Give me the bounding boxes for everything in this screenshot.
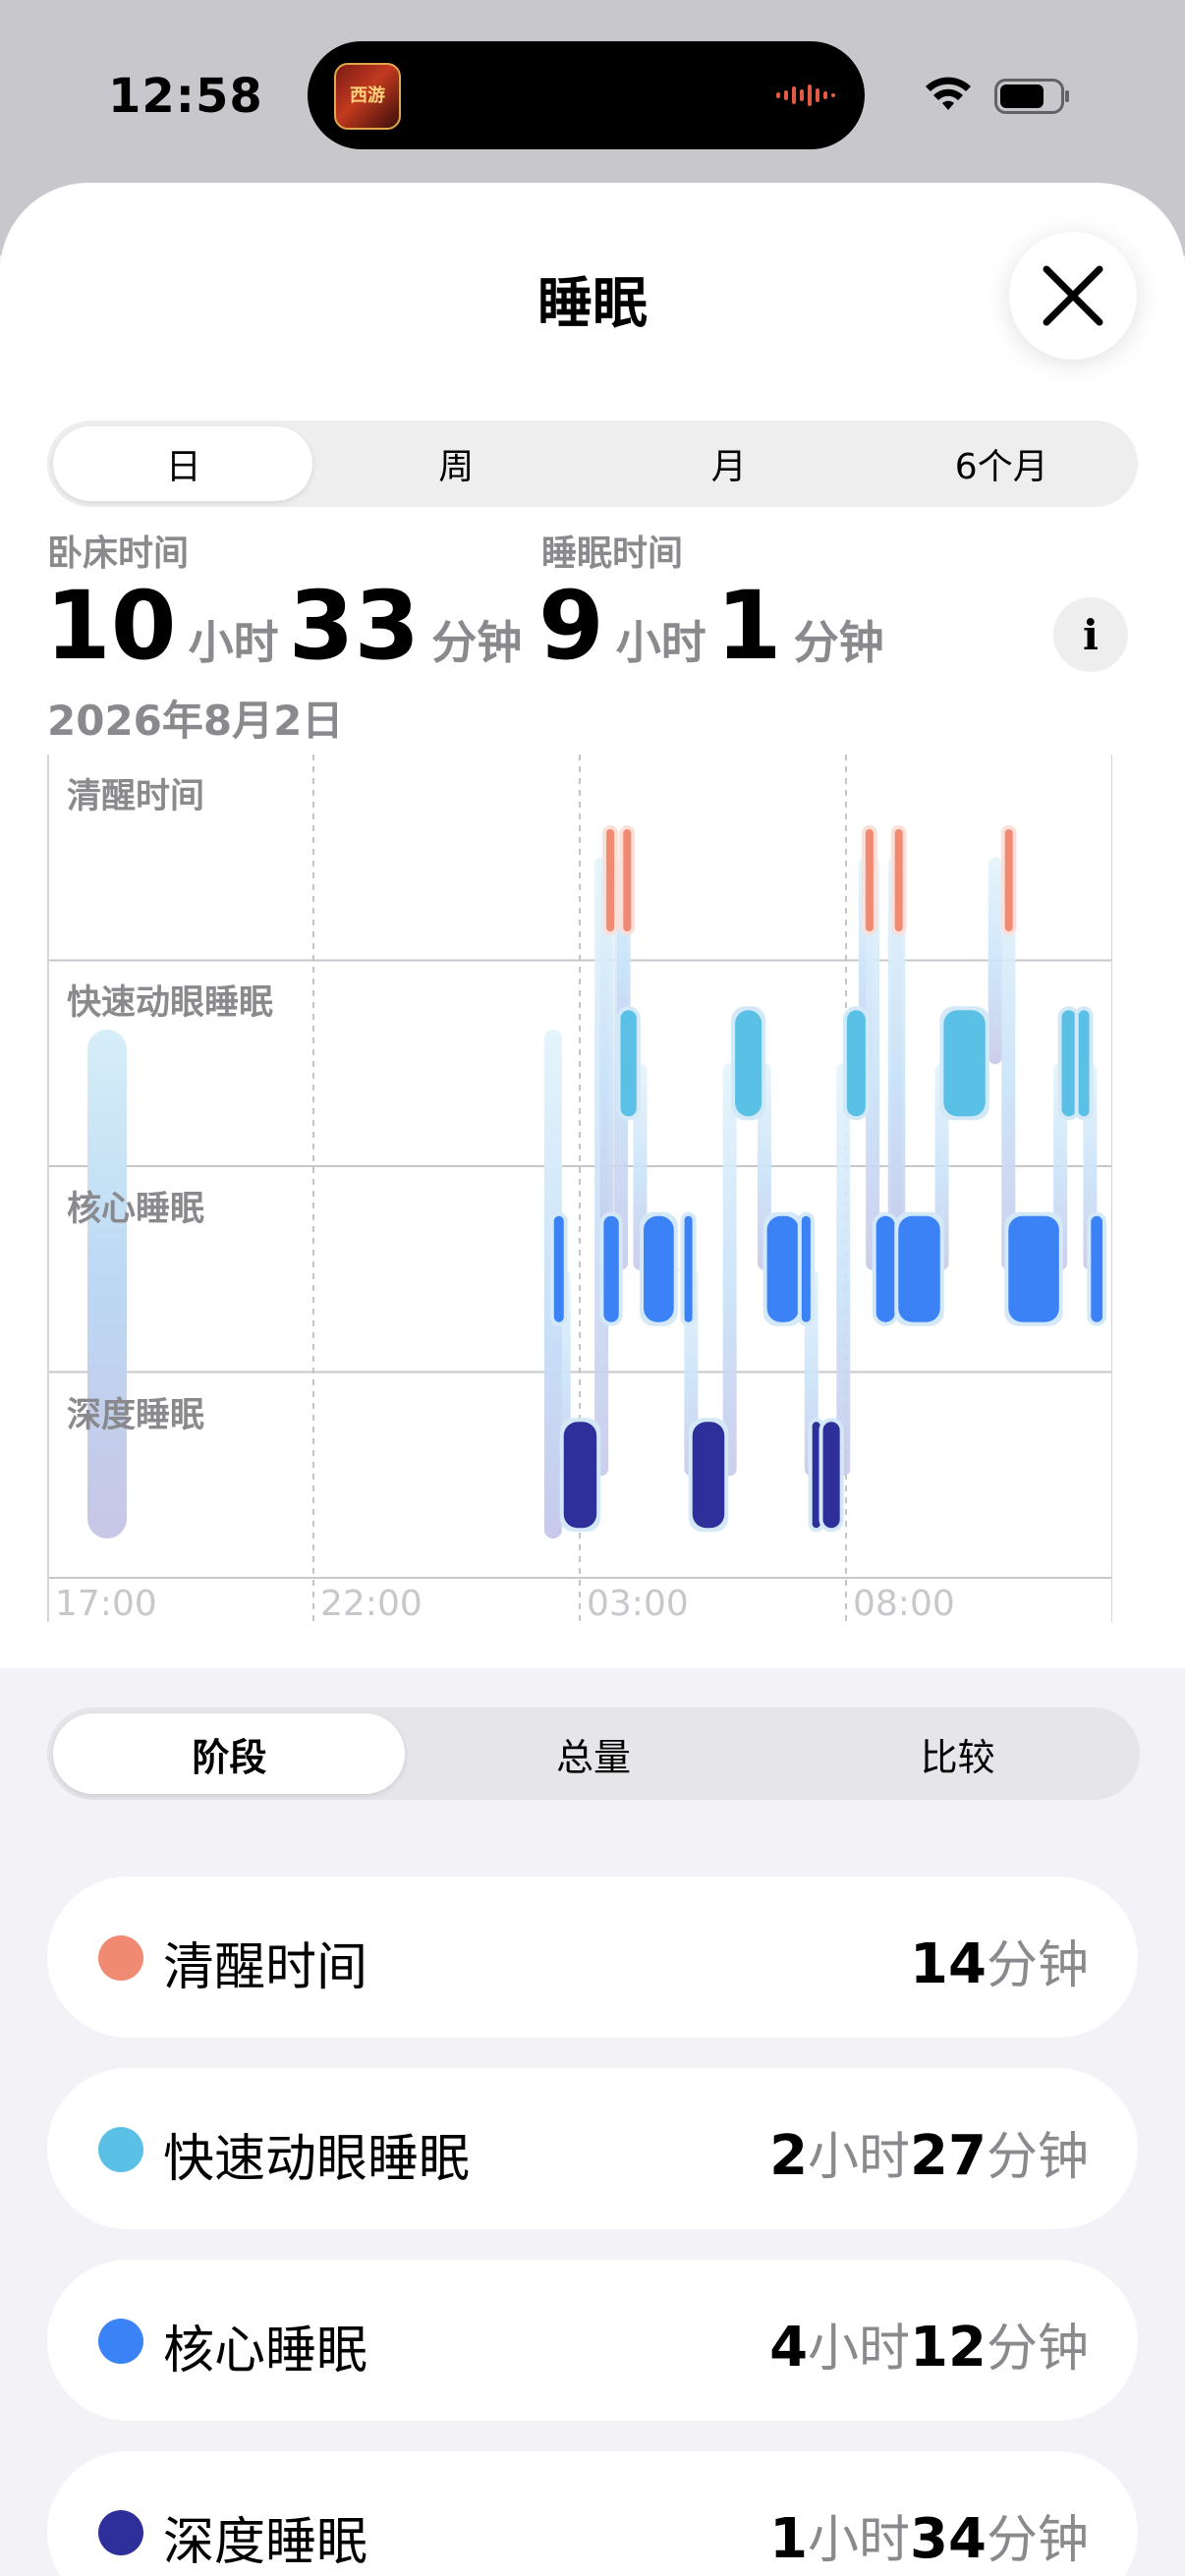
stage-segment-rem [943,1010,986,1117]
in-bed-label: 卧床时间 [47,533,190,574]
stage-segment-core [603,1215,619,1322]
stage-color-dot [98,1935,143,1981]
stage-segment-core [801,1215,811,1322]
stage-duration: 2小时27分钟 [769,2124,1089,2188]
x-tick-label: 22:00 [320,1584,423,1624]
stage-color-dot [98,2319,143,2364]
stage-segment-core [684,1215,693,1322]
stage-color-dot [98,2127,143,2172]
stage-segment-rem [1078,1010,1090,1117]
tab-month[interactable]: 月 [592,420,866,507]
stage-segment-core [898,1215,940,1322]
stage-row-core[interactable]: 核心睡眠 4小时12分钟 [47,2260,1138,2421]
date-label: 2026年8月2日 [47,697,344,745]
asleep-hours: 9 [538,571,604,681]
unit-hour: 小时 [188,616,279,669]
transition-stem [722,1063,737,1477]
stage-segment-awake [1004,829,1013,931]
stage-segment-core [553,1215,564,1322]
asleep-minutes: 1 [715,571,782,681]
in-bed-value: 10 小时 33 分钟 [45,574,532,679]
stage-row-deep[interactable]: 深度睡眠 1小时34分钟 [47,2451,1138,2576]
stage-color-dot [98,2510,143,2555]
stage-segment-rem [846,1010,866,1117]
stage-duration: 1小时34分钟 [769,2507,1089,2571]
stage-segment-rem [735,1010,762,1117]
x-tick-label: 17:00 [55,1584,157,1624]
stage-label-rem: 快速动眼睡眠 [67,983,274,1023]
tab-6-months[interactable]: 6个月 [866,420,1139,507]
stage-name: 快速动眼睡眠 [163,2130,471,2189]
stage-segment-rem [1061,1010,1076,1117]
tab-week[interactable]: 周 [320,420,593,507]
transition-stem [988,857,1002,1065]
unit-minute: 分钟 [793,616,884,669]
app-icon[interactable]: 西游 [334,63,401,130]
stage-segment-deep [563,1422,597,1529]
in-bed-minutes: 33 [288,571,421,681]
tab-stages[interactable]: 阶段 [47,1708,412,1800]
page-title: 睡眠 [537,272,648,336]
stage-segment-core [644,1215,674,1322]
sleep-stages-chart [47,755,1112,1622]
audio-waveform-icon [776,84,835,106]
info-button[interactable]: i [1053,597,1128,672]
stage-segment-awake [894,829,903,931]
x-tick-label: 03:00 [587,1584,689,1624]
in-bed-hours: 10 [45,571,177,681]
dynamic-island[interactable]: 西游 [308,41,865,149]
status-time: 12:58 [108,69,263,124]
asleep-label: 睡眠时间 [541,533,684,574]
stage-segment-rem [620,1010,637,1117]
stage-label-awake: 清醒时间 [67,777,205,816]
stage-row-awake[interactable]: 清醒时间 14分钟 [47,1876,1138,2038]
stage-name: 深度睡眠 [163,2513,368,2572]
stage-segment-core [875,1215,895,1322]
stage-segment-deep [822,1422,840,1529]
range-segmented-control: 日 周 月 6个月 [47,420,1138,507]
stage-segment-deep [692,1422,725,1529]
battery-icon [994,79,1069,114]
stage-segment-awake [865,829,874,931]
tab-day[interactable]: 日 [47,420,320,507]
unit-minute: 分钟 [431,616,523,669]
stage-name: 清醒时间 [163,1938,368,1997]
stage-segment-awake [606,829,615,931]
stage-duration: 14分钟 [910,1932,1089,1996]
in-bed-bar [87,1030,127,1539]
close-button[interactable] [1009,232,1137,360]
close-icon [1043,265,1103,326]
stage-label-core: 核心睡眠 [67,1190,205,1229]
stage-segment-core [766,1215,800,1322]
stage-segment-core [1091,1215,1103,1322]
tab-comparisons[interactable]: 比较 [775,1708,1140,1800]
transition-stem [836,1063,851,1477]
unit-hour: 小时 [615,616,706,669]
stage-row-rem[interactable]: 快速动眼睡眠 2小时27分钟 [47,2068,1138,2229]
asleep-value: 9 小时 1 分钟 [538,574,894,679]
metric-segmented-control: 阶段 总量 比较 [47,1708,1140,1800]
wifi-icon [926,77,971,110]
stage-label-deep: 深度睡眠 [67,1396,205,1435]
tab-amounts[interactable]: 总量 [412,1708,776,1800]
stage-duration: 4小时12分钟 [769,2316,1089,2380]
stage-name: 核心睡眠 [163,2322,368,2380]
stage-segment-awake [623,829,632,931]
stage-segment-core [1008,1215,1059,1322]
x-tick-label: 08:00 [853,1584,955,1624]
